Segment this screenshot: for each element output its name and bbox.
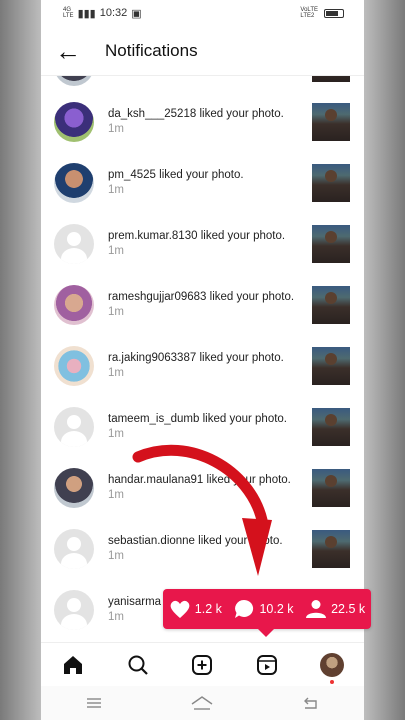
background-left <box>0 0 41 720</box>
page-title: Notifications <box>105 40 198 60</box>
post-thumbnail[interactable] <box>312 163 350 202</box>
notification-text: tameem_is_dumb liked your photo. 1m <box>108 412 298 442</box>
post-thumbnail[interactable] <box>312 102 350 141</box>
list-item-partial <box>41 76 364 86</box>
comment-icon <box>235 599 254 618</box>
post-thumbnail[interactable] <box>312 76 350 82</box>
avatar[interactable] <box>54 76 94 86</box>
home-icon[interactable] <box>58 650 88 680</box>
heart-icon <box>170 600 190 618</box>
list-item[interactable]: ra.jaking9063387 liked your photo. 1m <box>41 335 364 396</box>
notification-icon: ▣ <box>131 7 142 20</box>
comments-stat: 10.2 k <box>233 598 294 620</box>
timestamp: 1m <box>108 549 124 562</box>
username[interactable]: pm_4525 <box>108 169 156 181</box>
avatar[interactable] <box>54 223 94 264</box>
avatar[interactable] <box>54 467 94 508</box>
avatar[interactable] <box>54 589 94 630</box>
timestamp: 1m <box>108 488 124 501</box>
search-icon[interactable] <box>123 650 153 680</box>
followers-count: 22.5 k <box>331 602 366 616</box>
username[interactable]: sebastian.dionne <box>108 535 195 547</box>
notification-text: sebastian.dionne liked your photo. 1m <box>108 534 298 564</box>
lte2-label: LTE2 <box>300 13 315 19</box>
username[interactable]: prem.kumar.8130 <box>108 230 198 242</box>
action-text: liked your photo. <box>198 534 283 547</box>
person-icon <box>306 600 327 618</box>
status-time: 10:32 <box>99 7 128 19</box>
notification-text: da_ksh___25218 liked your photo. 1m <box>108 107 298 137</box>
action-text: liked your photo. <box>209 290 295 303</box>
timestamp: 1m <box>108 122 124 135</box>
followers-stat: 22.5 k <box>305 599 365 619</box>
avatar[interactable] <box>54 162 94 203</box>
post-thumbnail[interactable] <box>312 224 350 263</box>
timestamp: 1m <box>108 366 124 379</box>
timestamp: 1m <box>108 427 124 440</box>
username[interactable]: tameem_is_dumb <box>108 413 199 425</box>
action-text: liked your photo. <box>199 107 284 120</box>
avatar[interactable] <box>54 406 94 447</box>
timestamp: 1m <box>108 610 124 623</box>
action-text: liked your photo. <box>200 229 286 242</box>
post-thumbnail[interactable] <box>312 407 350 446</box>
action-text: liked your photo. <box>159 168 244 181</box>
system-nav-bar <box>41 686 364 720</box>
notification-dot <box>329 679 334 684</box>
post-thumbnail[interactable] <box>312 346 350 385</box>
list-item[interactable]: da_ksh___25218 liked your photo. 1m <box>41 91 364 152</box>
avatar[interactable] <box>54 345 94 386</box>
reels-icon[interactable] <box>252 650 282 680</box>
signal-icon: ▮▮▮ <box>77 7 96 20</box>
list-item[interactable]: rameshgujjar09683 liked your photo. 1m <box>41 274 364 335</box>
post-thumbnail[interactable] <box>312 468 350 507</box>
back-system-icon[interactable] <box>302 696 320 710</box>
network-indicator: 4G LTE <box>63 7 74 19</box>
network-indicator-right: VoLTE LTE2 <box>300 7 318 19</box>
notification-text: rameshgujjar09683 liked your photo. 1m <box>108 290 298 320</box>
status-bar: 4G LTE ▮▮▮ 10:32 ▣ VoLTE LTE2 <box>41 0 364 26</box>
action-text: liked your photo. <box>202 412 287 425</box>
list-item[interactable]: prem.kumar.8130 liked your photo. 1m <box>41 213 364 274</box>
bottom-nav <box>41 642 364 686</box>
username[interactable]: rameshgujjar09683 <box>108 291 206 303</box>
likes-count: 1.2 k <box>194 602 222 616</box>
likes-stat: 1.2 k <box>169 599 222 619</box>
action-text: liked your photo. <box>206 473 291 486</box>
timestamp: 1m <box>108 183 124 196</box>
comments-count: 10.2 k <box>259 602 294 616</box>
post-thumbnail[interactable] <box>312 529 350 568</box>
post-thumbnail[interactable] <box>312 285 350 324</box>
avatar[interactable] <box>54 101 94 142</box>
timestamp: 1m <box>108 305 124 318</box>
username[interactable]: da_ksh___25218 <box>108 108 196 120</box>
notification-text: prem.kumar.8130 liked your photo. 1m <box>108 229 298 259</box>
battery-icon <box>324 8 344 18</box>
menu-icon[interactable] <box>85 696 103 710</box>
username[interactable]: yanisarma <box>108 596 161 608</box>
notification-text: handar.maulana91 liked your photo. 1m <box>108 473 298 503</box>
header: ← Notifications <box>41 26 364 76</box>
network-bottom: LTE <box>63 13 74 19</box>
add-post-icon[interactable] <box>187 650 217 680</box>
username[interactable]: ra.jaking9063387 <box>108 352 196 364</box>
notification-list[interactable]: da_ksh___25218 liked your photo. 1m pm_452… <box>41 76 364 642</box>
stats-overlay: 1.2 k 10.2 k 22.5 k <box>163 589 371 637</box>
avatar[interactable] <box>54 284 94 325</box>
profile-avatar[interactable] <box>317 650 347 684</box>
username[interactable]: handar.maulana91 <box>108 474 203 486</box>
home-system-icon[interactable] <box>190 695 214 711</box>
list-item[interactable]: sebastian.dionne liked your photo. 1m <box>41 518 364 579</box>
avatar <box>319 652 344 677</box>
notification-text: pm_4525 liked your photo. 1m <box>108 168 298 198</box>
timestamp: 1m <box>108 244 124 257</box>
list-item[interactable]: pm_4525 liked your photo. 1m <box>41 152 364 213</box>
notification-text: ra.jaking9063387 liked your photo. 1m <box>108 351 298 381</box>
list-item[interactable]: tameem_is_dumb liked your photo. 1m <box>41 396 364 457</box>
action-text: liked your photo. <box>199 351 284 364</box>
avatar[interactable] <box>54 528 94 569</box>
arrow-left-icon[interactable]: ← <box>55 38 105 64</box>
list-item[interactable]: handar.maulana91 liked your photo. 1m <box>41 457 364 518</box>
